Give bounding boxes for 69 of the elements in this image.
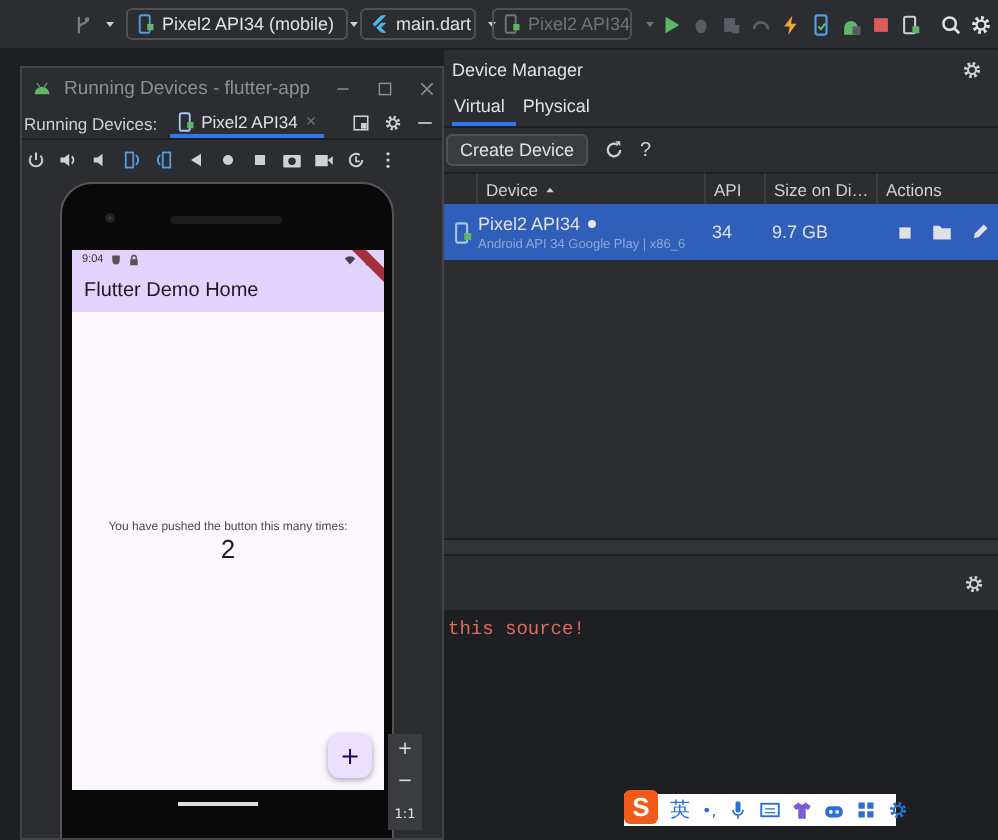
camera-lens-icon <box>102 210 118 226</box>
stop-icon[interactable] <box>896 223 914 241</box>
close-icon[interactable] <box>418 79 437 97</box>
panel-title: Device Manager <box>452 60 584 80</box>
folder-icon[interactable] <box>932 222 952 242</box>
phone-icon <box>136 14 156 34</box>
flutter-icon <box>370 14 390 34</box>
punctuation-toggle[interactable]: •, <box>702 801 717 819</box>
column-header[interactable]: Size on Di… <box>774 179 869 199</box>
search-icon[interactable] <box>940 13 962 35</box>
tab[interactable]: Physical <box>520 88 602 126</box>
panel-label: Running Devices: <box>24 111 158 138</box>
phone-icon <box>175 111 196 131</box>
caret-icon <box>642 16 659 32</box>
column-header[interactable]: Actions <box>886 179 942 199</box>
device-tab[interactable]: Pixel2 API34 <box>169 108 324 138</box>
grid-icon[interactable] <box>856 800 877 820</box>
column-header[interactable]: Device <box>486 179 538 199</box>
close-icon <box>303 114 318 128</box>
settings-icon[interactable] <box>888 800 909 820</box>
phone-icon <box>502 14 522 34</box>
sort-icon <box>543 183 556 195</box>
tab[interactable]: Virtual <box>452 88 517 126</box>
shirt-icon[interactable] <box>792 800 813 820</box>
robot-icon[interactable] <box>824 800 845 820</box>
window-title: Running Devices - flutter-app <box>64 77 311 99</box>
caret-icon <box>483 16 500 32</box>
home-icon[interactable] <box>218 149 238 169</box>
run-icon[interactable] <box>660 13 682 35</box>
row-highlight[interactable] <box>444 204 476 260</box>
back-icon[interactable] <box>186 149 206 169</box>
zoom-button[interactable]: + <box>388 734 422 766</box>
lightning-icon[interactable] <box>780 13 802 35</box>
table-cell: 34 <box>712 222 733 242</box>
help-icon[interactable]: ? <box>640 139 652 161</box>
refresh-icon[interactable] <box>604 140 625 160</box>
column-header[interactable]: API <box>714 179 742 199</box>
layout-icon[interactable] <box>352 114 370 132</box>
device-name: Pixel2 API34 <box>478 213 581 233</box>
device-icon[interactable] <box>900 13 922 35</box>
app-title: Flutter Demo Home <box>84 279 259 301</box>
input-mode-toggle[interactable]: 英 <box>670 796 690 824</box>
phone-icon <box>452 221 474 243</box>
phone-icon[interactable] <box>810 13 832 35</box>
keyboard-icon[interactable] <box>760 800 781 820</box>
maximize-icon[interactable] <box>376 79 395 97</box>
caret-icon[interactable] <box>102 16 118 32</box>
zoom-button[interactable]: − <box>388 766 422 798</box>
table-cell: 9.7 GB <box>772 222 829 242</box>
shield-icon <box>109 253 122 265</box>
rotate-left-icon[interactable] <box>122 149 142 169</box>
video-icon[interactable] <box>314 149 334 169</box>
create-device-button[interactable]: Create Device <box>446 134 589 166</box>
wifi-icon <box>344 253 356 265</box>
power-icon[interactable] <box>26 149 46 169</box>
edit-icon[interactable] <box>970 222 990 242</box>
microphone-icon[interactable] <box>728 800 749 820</box>
lock-icon <box>127 253 140 265</box>
overview-icon[interactable] <box>250 149 270 169</box>
camera-icon[interactable] <box>282 149 302 169</box>
rotate-right-icon[interactable] <box>154 149 174 169</box>
console-output: this source! <box>448 618 585 640</box>
caret-icon <box>346 16 363 32</box>
stop-icon[interactable] <box>870 13 892 35</box>
add-button[interactable]: + <box>328 734 372 778</box>
branch-icon[interactable] <box>72 13 94 35</box>
counter-value: 2 <box>220 534 236 564</box>
reset-icon[interactable] <box>346 149 366 169</box>
volume-up-icon[interactable] <box>58 149 78 169</box>
